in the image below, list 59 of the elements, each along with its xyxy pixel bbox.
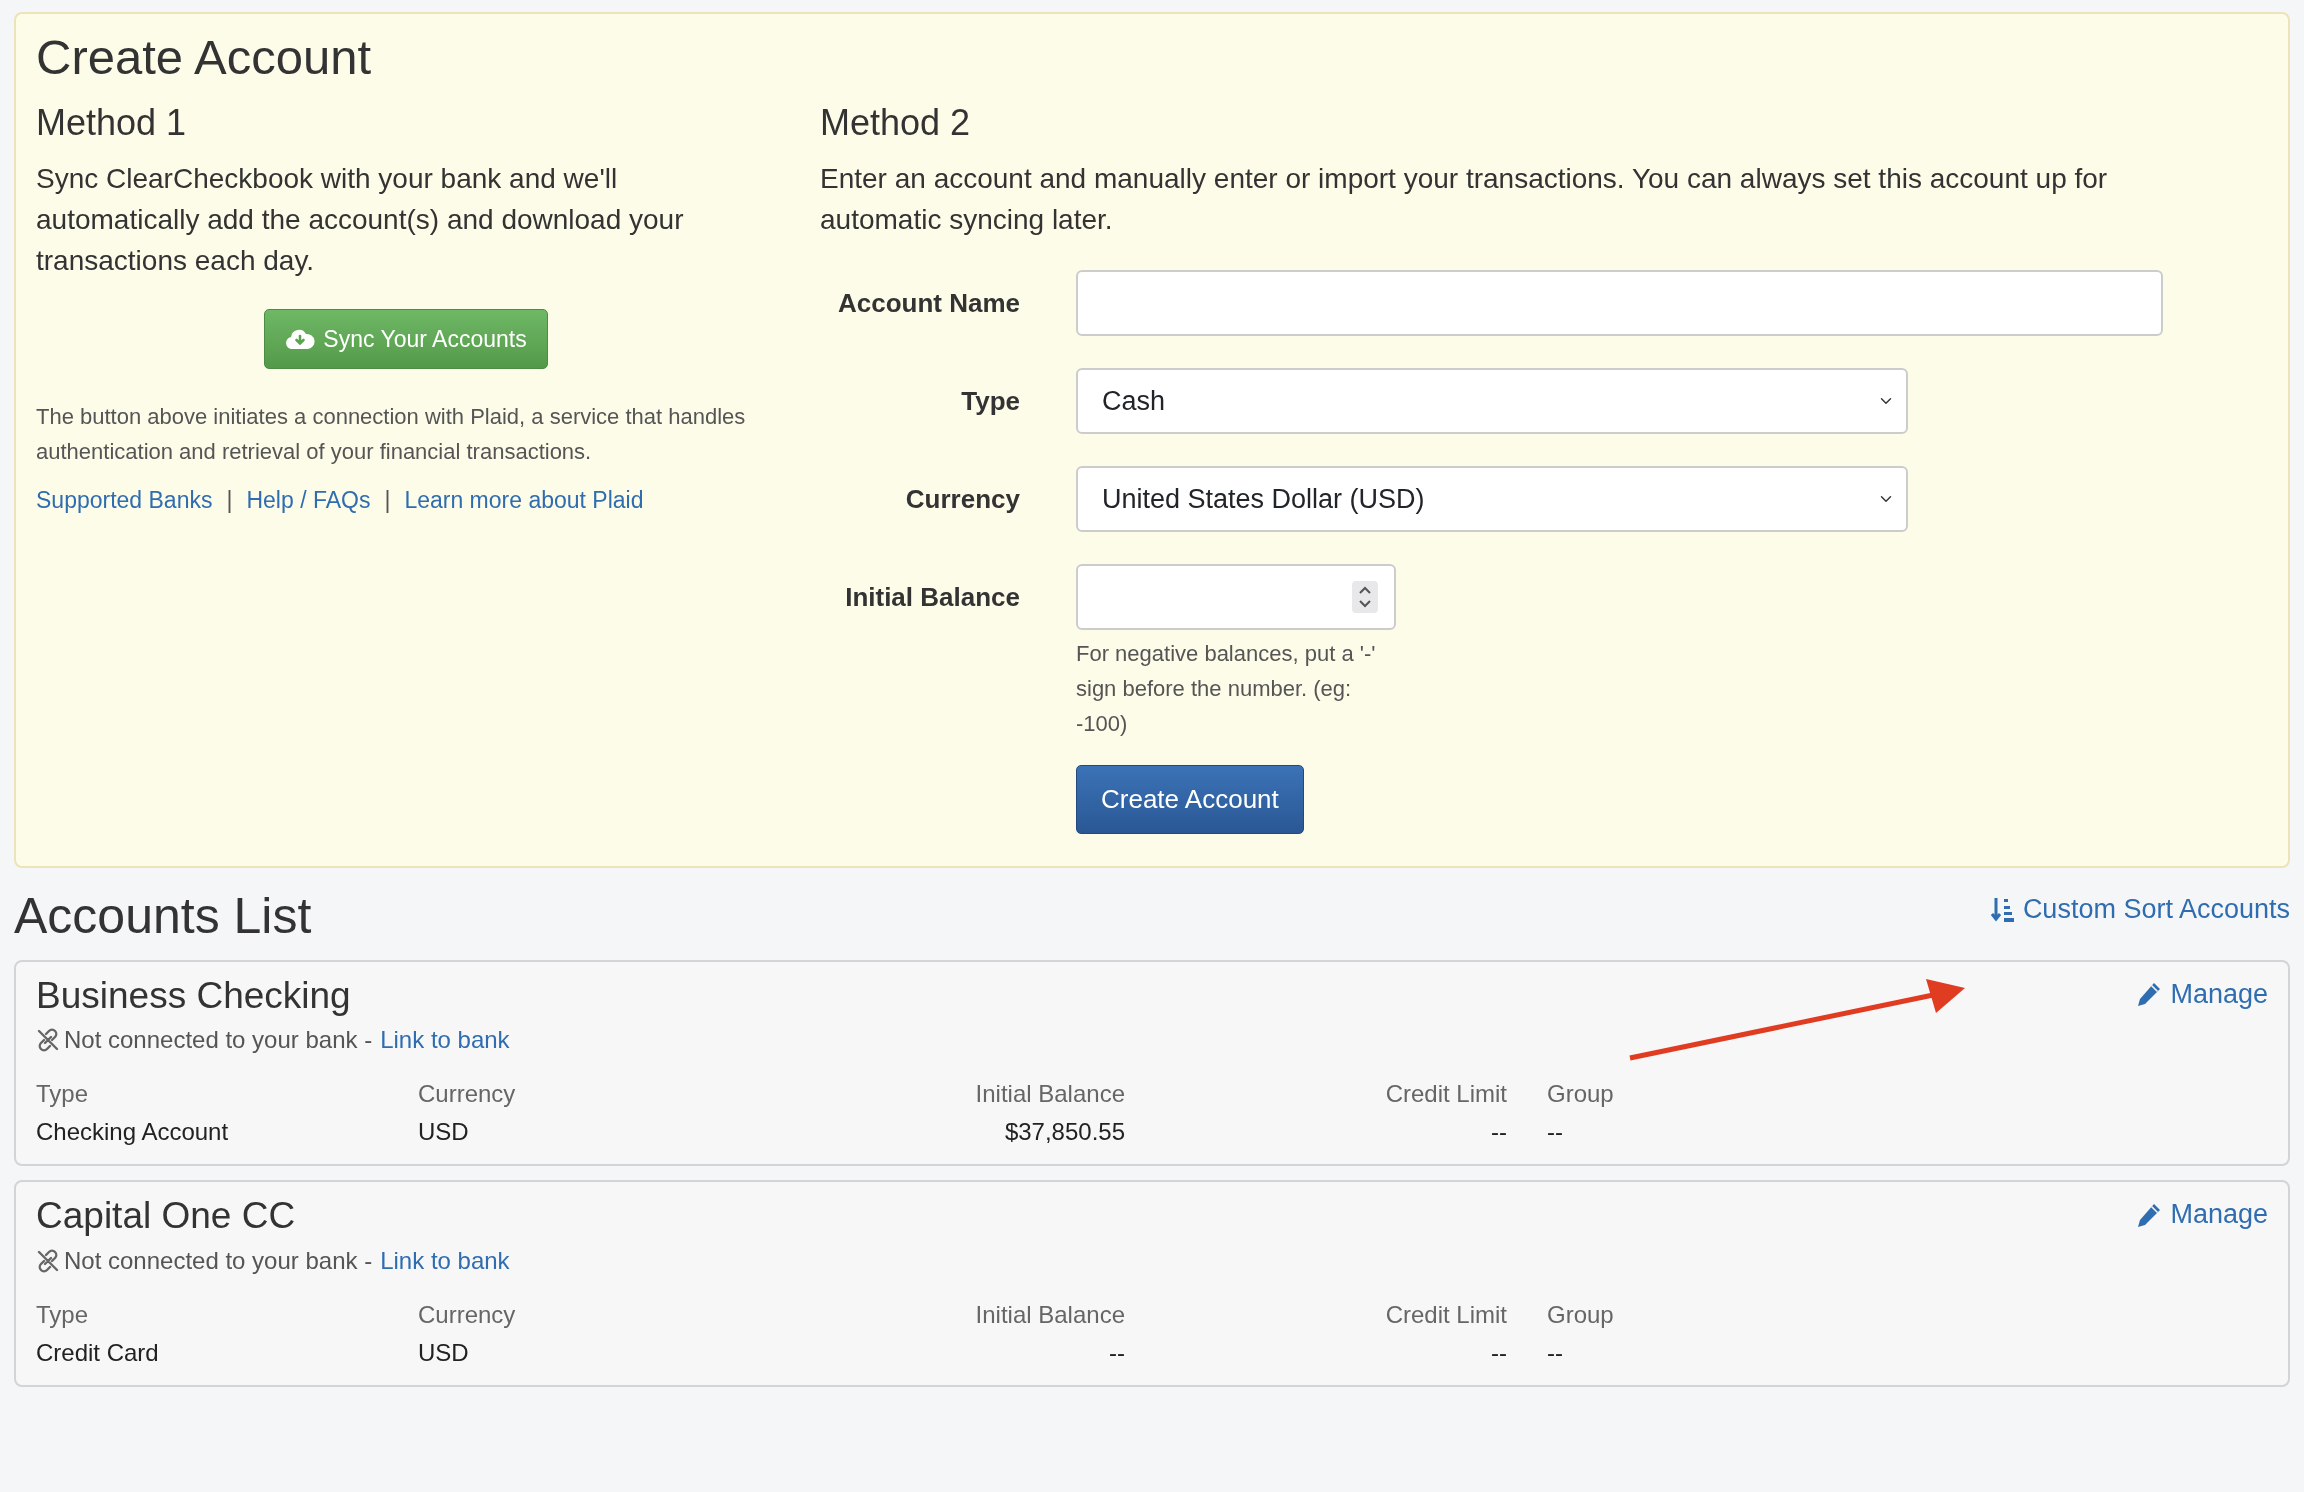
pencil-icon <box>2136 981 2163 1008</box>
panel-title: Create Account <box>36 29 373 86</box>
column-label: Initial Balance <box>974 1079 1125 1110</box>
column-label: Group <box>1547 1299 1615 1330</box>
info-text: The button above initiates a connection with Plaid, a service that handles authentication and retrieval of your financial transactions. <box>36 403 747 467</box>
custom-sort-link[interactable]: Custom Sort Accounts <box>1990 889 2290 930</box>
column-label: Initial Balance <box>974 1299 1125 1330</box>
help-link[interactable]: Help / FAQs <box>246 483 371 518</box>
description-text: Enter an account and manually enter or import your transactions. You can always set this account up for automatic syncing later. <box>820 162 2109 237</box>
column-value: -- <box>1490 1117 1507 1148</box>
description-text: Sync ClearCheckbook with your bank and we'll automatically add the account(s) and download your transactions each day. <box>36 162 685 278</box>
create-account-button[interactable]: Create Account <box>1076 765 1304 834</box>
field-label: Account Name <box>836 287 1020 320</box>
column-value: -- <box>1547 1117 1564 1148</box>
link-to-bank[interactable]: Link to bank <box>380 1022 510 1059</box>
link-to-bank[interactable]: Link to bank <box>380 1242 510 1279</box>
column-value: -- <box>1547 1337 1564 1368</box>
column-label: Type <box>36 1079 90 1110</box>
connection-status: Not connected to your bank - <box>64 1245 373 1276</box>
dropdown-field[interactable]: Cash <box>1076 368 1908 434</box>
manage-link[interactable]: Manage <box>2136 1194 2268 1235</box>
column-value: -- <box>1108 1337 1125 1368</box>
column-value: Credit Card <box>36 1337 160 1368</box>
pencil-icon <box>2136 1201 2163 1228</box>
column-value: USD <box>418 1337 470 1368</box>
field-label: Type <box>960 385 1020 418</box>
column-value: Checking Account <box>36 1117 230 1148</box>
connection-status: Not connected to your bank - <box>64 1025 373 1056</box>
sort-icon <box>1990 896 2015 923</box>
column-label: Group <box>1547 1079 1615 1110</box>
column-value: $37,850.55 <box>1003 1117 1125 1148</box>
broken-link-icon <box>36 1248 60 1273</box>
link-separator: | <box>384 486 391 516</box>
column-label: Credit Limit <box>1384 1299 1507 1330</box>
section-heading: Method 1 <box>36 100 188 144</box>
section-title: Accounts List <box>14 887 312 946</box>
cloud-download-icon <box>285 328 316 351</box>
column-label: Currency <box>418 1299 517 1330</box>
column-label: Type <box>36 1299 90 1330</box>
field-label: Currency <box>904 483 1020 516</box>
account-name: Business Checking <box>36 974 351 1018</box>
column-value: -- <box>1490 1337 1507 1368</box>
column-value: USD <box>418 1117 470 1148</box>
help-link[interactable]: Supported Banks <box>36 483 213 518</box>
help-text: For negative balances, put a '-' sign before the number. (eg: -100) <box>1076 640 1377 738</box>
account-name: Capital One CC <box>36 1194 296 1239</box>
manage-link[interactable]: Manage <box>2136 974 2268 1015</box>
dropdown-field[interactable]: United States Dollar (USD) <box>1076 466 1908 532</box>
sync-accounts-button[interactable]: Sync Your Accounts <box>264 309 548 370</box>
link-separator: | <box>226 486 233 516</box>
number-input-field[interactable] <box>1076 564 1396 630</box>
text-input-field[interactable] <box>1076 270 2163 336</box>
spinner-icon[interactable] <box>1352 581 1378 613</box>
field-label: Initial Balance <box>844 581 1020 614</box>
section-heading: Method 2 <box>820 100 972 144</box>
help-link[interactable]: Learn more about Plaid <box>404 483 644 518</box>
column-label: Credit Limit <box>1384 1079 1507 1110</box>
column-label: Currency <box>418 1079 517 1110</box>
broken-link-icon <box>36 1028 60 1053</box>
